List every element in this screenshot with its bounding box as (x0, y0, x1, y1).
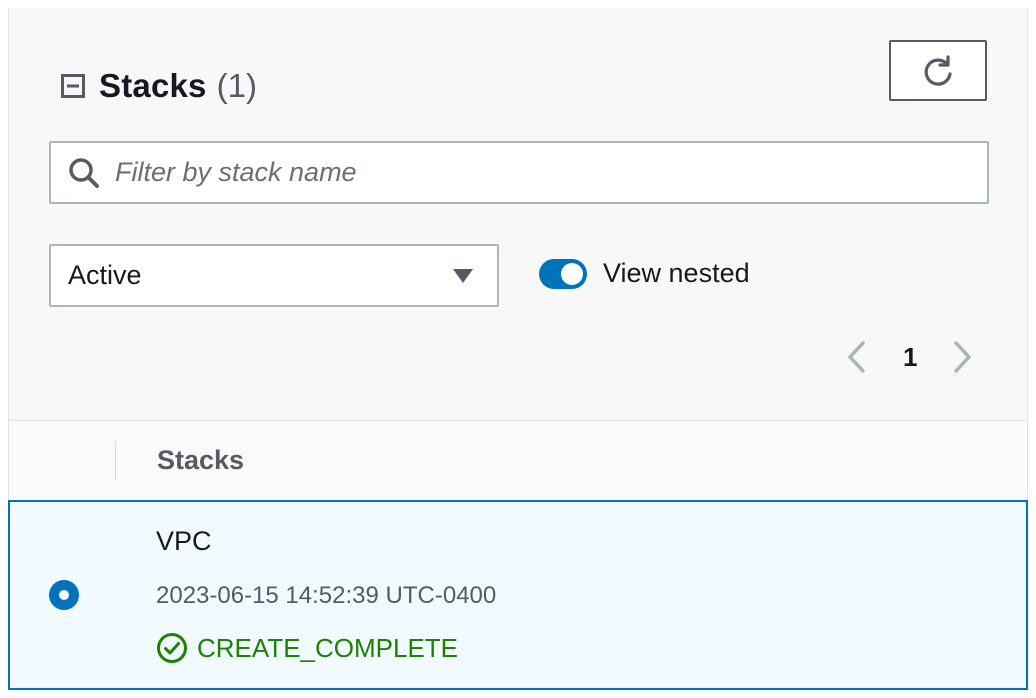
caret-down-icon (453, 268, 473, 283)
refresh-icon (924, 54, 952, 86)
radio-dot (59, 590, 69, 600)
status-filter-value: Active (68, 260, 142, 290)
stacks-panel: Stacks (1) Active View nested 1 (8, 8, 1028, 690)
row-select-radio[interactable] (49, 580, 79, 610)
stack-status-text: CREATE_COMPLETE (197, 632, 459, 663)
status-filter-select[interactable]: Active (49, 244, 499, 307)
refresh-button[interactable] (889, 40, 987, 101)
page-title: Stacks (99, 67, 207, 104)
column-separator (115, 441, 116, 481)
search-input[interactable] (115, 152, 975, 193)
chevron-left-icon[interactable] (845, 340, 869, 374)
search-box (49, 141, 989, 204)
status-badge: CREATE_COMPLETE (156, 632, 458, 664)
stack-name: VPC (156, 526, 212, 556)
search-icon (69, 157, 99, 188)
panel-header: Stacks (1) (61, 64, 257, 108)
stack-timestamp: 2023-06-15 14:52:39 UTC-0400 (156, 582, 497, 609)
column-header-stacks: Stacks (157, 445, 245, 475)
table-header: Stacks (9, 421, 1027, 501)
toggle-switch[interactable] (539, 258, 587, 289)
table-row[interactable]: VPC 2023-06-15 14:52:39 UTC-0400 CREATE_… (8, 500, 1028, 690)
page-number[interactable]: 1 (903, 342, 917, 373)
stack-count: (1) (216, 67, 257, 104)
toggle-knob (561, 262, 583, 285)
collapse-icon[interactable] (61, 74, 85, 98)
check-circle-icon (157, 633, 187, 663)
chevron-right-icon[interactable] (950, 340, 974, 374)
view-nested-toggle[interactable]: View nested (539, 258, 750, 289)
view-nested-label: View nested (603, 258, 750, 288)
pagination: 1 (845, 338, 974, 376)
